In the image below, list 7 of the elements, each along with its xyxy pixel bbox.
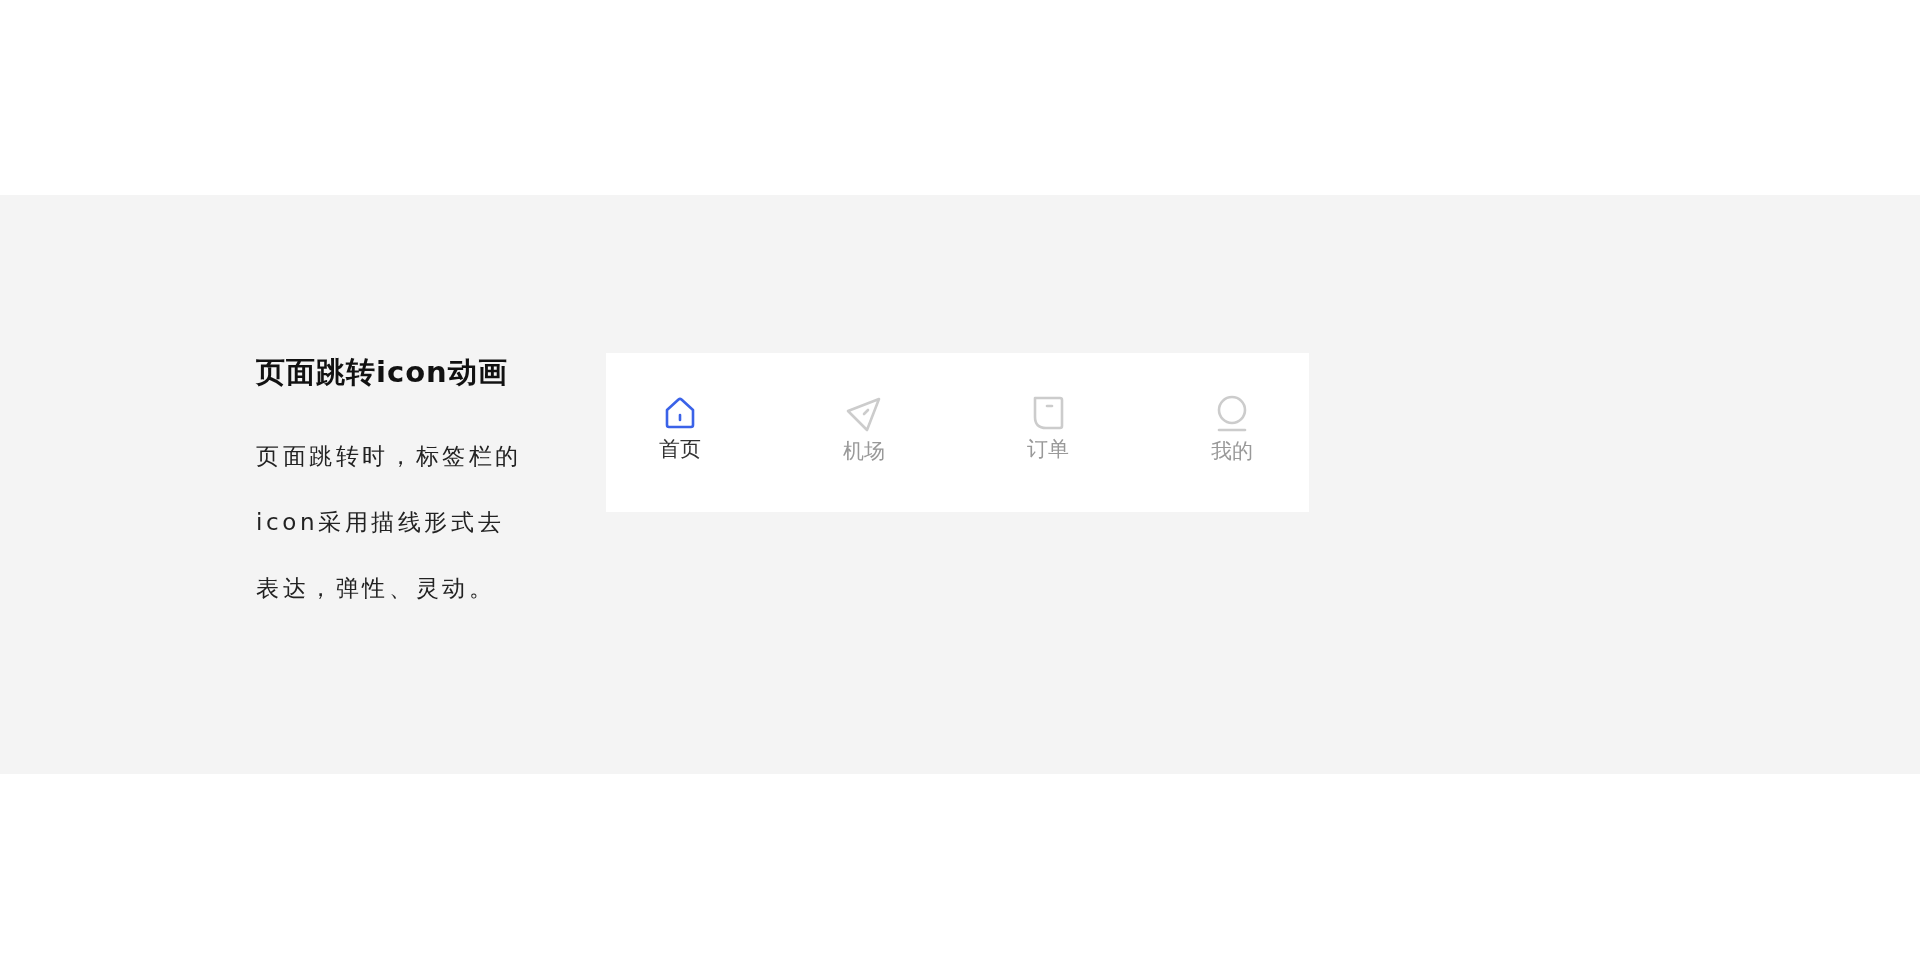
- section-title: 页面跳转icon动画: [256, 354, 509, 391]
- description-text: 页面跳转时，标签栏的icon采用描线形式去表达，弹性、灵动。: [256, 442, 523, 603]
- tab-label[interactable]: 首页: [659, 435, 701, 463]
- tab-label[interactable]: 我的: [1211, 437, 1253, 465]
- tab-label[interactable]: 订单: [1027, 435, 1069, 463]
- tab-label[interactable]: 机场: [843, 437, 885, 465]
- paper-plane-icon[interactable]: [845, 395, 883, 433]
